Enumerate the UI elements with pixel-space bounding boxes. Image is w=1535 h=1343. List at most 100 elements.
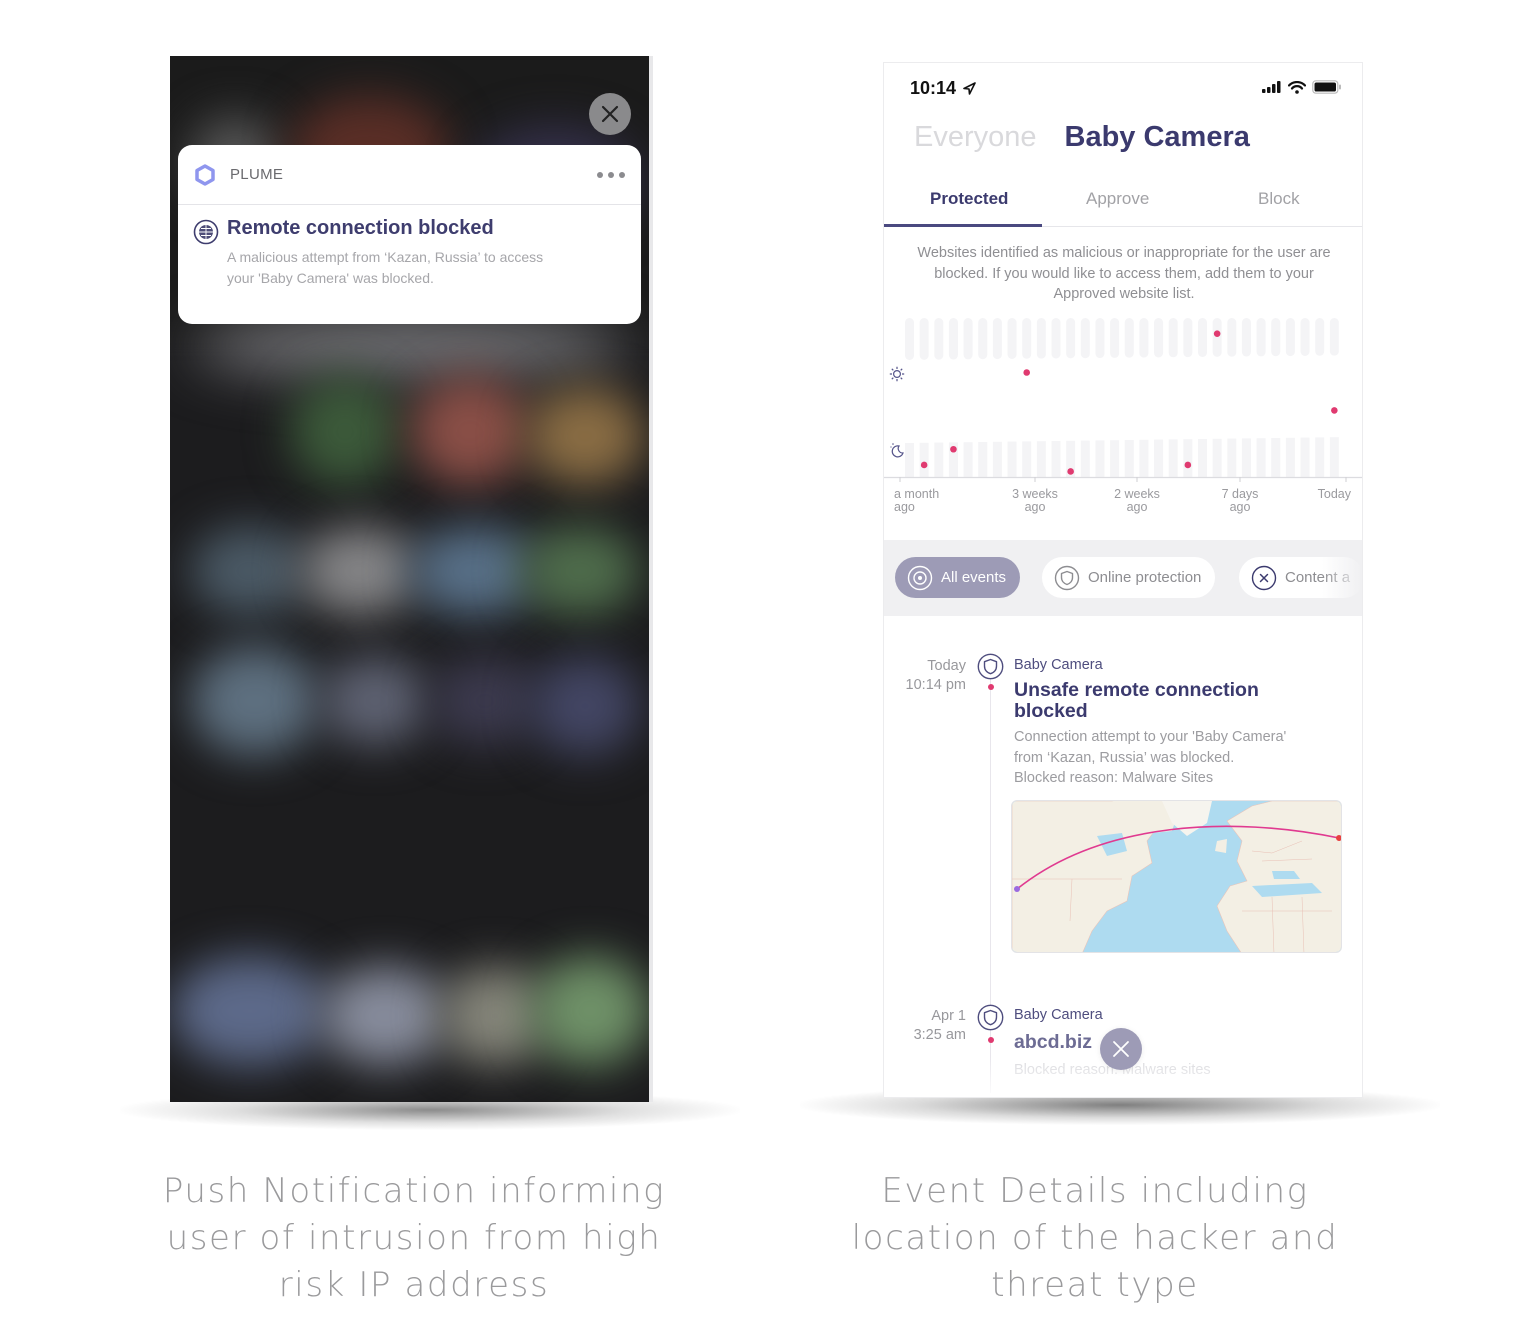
filter-chip-label: All events xyxy=(941,569,1007,586)
day-bar-top xyxy=(1139,318,1149,358)
day-bar-top xyxy=(934,318,944,360)
event-filter-bar: All events Online protection Content a xyxy=(884,540,1362,616)
profile-switcher: Everyone Baby Camera xyxy=(914,121,1250,154)
dismiss-notifications-button[interactable] xyxy=(589,93,631,135)
attack-origin-map[interactable] xyxy=(1011,800,1342,953)
day-bar-top xyxy=(1271,318,1281,357)
day-bar-bottom xyxy=(1198,439,1207,477)
day-bar-top xyxy=(919,318,929,360)
day-bar-bottom xyxy=(1168,439,1178,477)
filter-chip-all-events[interactable]: All events xyxy=(895,557,1021,598)
day-bar-bottom xyxy=(1036,441,1046,477)
close-fab-button[interactable] xyxy=(1100,1028,1142,1070)
shield-icon xyxy=(977,653,1004,680)
status-bar: 10:14 xyxy=(884,63,1362,113)
day-bar-top xyxy=(1051,318,1061,359)
app-phone: 10:14 Everyone Baby Camera Protected App… xyxy=(883,62,1363,1098)
day-bar-bottom xyxy=(919,442,929,477)
event-point[interactable] xyxy=(1023,369,1030,376)
day-bar-top xyxy=(1036,318,1046,359)
target-icon xyxy=(907,565,933,590)
day-bar-bottom xyxy=(1227,438,1237,477)
day-bar-bottom xyxy=(963,442,973,477)
shield-icon xyxy=(977,1004,1004,1031)
x-tick-label: Today xyxy=(1317,487,1351,501)
notification-title: Remote connection blocked xyxy=(227,217,494,239)
caption-left: Push Notification informing user of intr… xyxy=(162,1171,666,1305)
globe-icon xyxy=(193,219,219,245)
day-bar-bottom xyxy=(1110,440,1120,477)
event-point[interactable] xyxy=(950,445,957,453)
day-bar-bottom xyxy=(1154,439,1164,477)
day-bar-top xyxy=(1124,318,1134,358)
event-title: abcd.biz xyxy=(1014,1031,1093,1053)
day-bar-top xyxy=(1256,318,1266,357)
day-bar-top xyxy=(948,318,958,360)
profile-tab-baby-camera[interactable]: Baby Camera xyxy=(1065,121,1250,154)
day-bar-top xyxy=(1241,318,1251,357)
event-point[interactable] xyxy=(1184,461,1192,469)
lock-screen-phone: PLUME Remote connection blocked A malici… xyxy=(170,56,653,1102)
location-arrow-icon xyxy=(963,82,976,95)
day-bar-bottom xyxy=(1329,437,1339,477)
notification-message: A malicious attempt from ‘Kazan, Russia’… xyxy=(227,249,544,286)
tab-protected[interactable]: Protected xyxy=(930,189,1008,209)
event-title: Unsafe remote connection blocked xyxy=(1014,679,1259,722)
push-notification[interactable]: PLUME Remote connection blocked A malici… xyxy=(178,145,641,324)
day-bar-top xyxy=(1168,318,1178,358)
day-bar-bottom xyxy=(1271,438,1281,477)
event-point[interactable] xyxy=(1331,407,1338,414)
day-bar-bottom xyxy=(1256,438,1266,477)
timeline-dot xyxy=(988,1037,994,1043)
day-bar-top xyxy=(1007,318,1017,359)
notification-header: PLUME xyxy=(178,145,641,205)
event-timestamp: Apr 1 3:25 am xyxy=(913,1008,966,1043)
day-bar-top xyxy=(1198,318,1207,357)
protection-tabs: Protected Approve Block xyxy=(884,175,1362,227)
day-bar-top xyxy=(1022,318,1032,359)
event-point[interactable] xyxy=(920,461,928,469)
event-timestamp: Today 10:14 pm xyxy=(905,658,966,693)
active-tab-indicator xyxy=(884,224,1042,227)
filter-chip-online-protection[interactable]: Online protection xyxy=(1042,557,1216,598)
close-icon xyxy=(601,105,619,123)
filter-chip-label: Online protection xyxy=(1088,569,1202,586)
day-bar-bottom xyxy=(1241,438,1251,477)
wifi-icon xyxy=(1288,80,1306,94)
battery-icon xyxy=(1312,80,1341,94)
tab-approve[interactable]: Approve xyxy=(1086,189,1149,209)
day-bar-bottom xyxy=(1095,440,1105,477)
x-tick-label: 2 weeks ago xyxy=(1114,487,1160,514)
day-bar-top xyxy=(1315,318,1325,356)
x-tick-label: a month ago xyxy=(894,487,940,514)
cellular-signal-icon xyxy=(1262,81,1281,93)
map-canvas xyxy=(1012,801,1341,952)
day-bar-top xyxy=(1154,318,1164,358)
caption-right: Event Details including location of the … xyxy=(851,1171,1339,1305)
day-bar-bottom xyxy=(1183,439,1193,477)
day-bar-top xyxy=(1329,318,1339,356)
event-point[interactable] xyxy=(1213,330,1221,337)
day-bar-bottom xyxy=(934,442,944,477)
tab-block[interactable]: Block xyxy=(1258,189,1300,209)
day-bar-top xyxy=(905,318,914,360)
day-bar-bottom xyxy=(905,443,914,477)
shield-icon xyxy=(1054,565,1080,590)
day-bar-bottom xyxy=(1315,437,1325,477)
events-timeline-chart: a month ago 3 weeks ago 2 weeks ago 7 days ago T… xyxy=(884,311,1362,526)
x-circle-icon xyxy=(1251,565,1277,590)
day-bar-bottom xyxy=(1285,437,1295,477)
day-bar-top xyxy=(1183,318,1193,358)
day-bar-top xyxy=(1300,318,1310,356)
timeline-dot xyxy=(988,684,994,690)
more-dots-icon[interactable] xyxy=(597,171,625,178)
day-bar-top xyxy=(963,318,973,360)
day-bar-top xyxy=(1095,318,1105,359)
notification-app-name: PLUME xyxy=(230,166,284,183)
day-bar-bottom xyxy=(1124,440,1134,477)
day-bar-bottom xyxy=(992,441,1002,477)
day-bar-bottom xyxy=(1007,441,1017,477)
event-point[interactable] xyxy=(1067,468,1074,475)
day-bar-bottom xyxy=(1080,440,1090,477)
profile-tab-everyone[interactable]: Everyone xyxy=(914,121,1037,154)
